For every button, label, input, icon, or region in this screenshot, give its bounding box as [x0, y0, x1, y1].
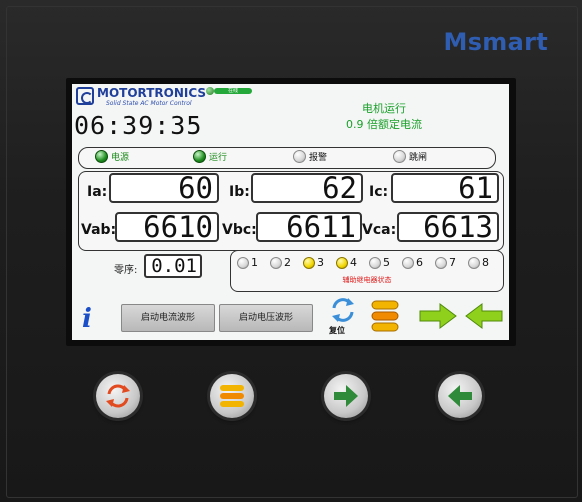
ic-label: Ic: — [369, 184, 389, 200]
reset-icon[interactable] — [330, 296, 356, 326]
logo-mark-icon — [76, 87, 94, 105]
vab-value: 6610 — [115, 212, 219, 242]
menu-stack-icon — [220, 385, 244, 407]
network-status-label: 在线 — [214, 88, 252, 94]
info-icon[interactable]: i — [82, 304, 92, 334]
vbc-value: 6611 — [256, 212, 362, 242]
ic-value: 61 — [391, 173, 499, 203]
relay-number: 7 — [449, 256, 456, 269]
power-led-icon — [95, 150, 108, 163]
relay-number: 6 — [416, 256, 423, 269]
relay-number: 5 — [383, 256, 390, 269]
vab-label: Vab: — [81, 222, 117, 238]
relay-led-icon — [270, 256, 282, 269]
hardware-reset-button[interactable] — [96, 374, 140, 418]
menu-stack-icon[interactable] — [370, 299, 400, 333]
indicator-label: 跳闸 — [409, 153, 428, 163]
relay-led-icon — [402, 256, 414, 269]
relay-led-icon — [468, 256, 480, 269]
motor-status: 电机运行 — [362, 102, 406, 115]
relay-8: 8 — [468, 256, 489, 269]
relay-1: 1 — [237, 256, 258, 269]
relay-led-icon — [303, 256, 315, 269]
hardware-back-button[interactable] — [438, 374, 482, 418]
relay-number: 2 — [284, 256, 291, 269]
vbc-label: Vbc: — [222, 222, 257, 238]
relay-2: 2 — [270, 256, 291, 269]
relay-3: 3 — [303, 256, 324, 269]
indicator-alarm: 报警 — [293, 150, 327, 163]
indicator-power: 电源 — [95, 150, 129, 163]
vca-label: Vca: — [362, 222, 397, 238]
logo-name: MOTORTRONICS — [97, 86, 207, 100]
arrow-left-icon[interactable] — [464, 302, 504, 330]
meter-panel: Ia: 60 Ib: 62 Ic: 61 Vab: 6610 Vbc: 6611… — [78, 171, 504, 251]
relay-status-panel: 1 2 3 4 5 6 7 8 辅助继电器状态 — [230, 250, 504, 292]
ib-label: Ib: — [229, 184, 250, 200]
arrow-right-icon — [334, 385, 358, 407]
ia-value: 60 — [109, 173, 219, 203]
clock-display: 06:39:35 — [74, 111, 203, 140]
hmi-screen: MOTORTRONICS Solid State AC Motor Contro… — [72, 84, 509, 340]
indicator-label: 报警 — [309, 153, 328, 163]
relay-number: 1 — [251, 256, 258, 269]
arrow-left-icon — [448, 385, 472, 407]
brand-logo: Msmart — [443, 28, 548, 56]
relay-6: 6 — [402, 256, 423, 269]
relay-number: 3 — [317, 256, 324, 269]
indicator-run: 运行 — [193, 150, 227, 163]
reset-label: 复位 — [329, 326, 345, 335]
alarm-led-icon — [293, 150, 306, 163]
voltage-waveform-button[interactable]: 启动电压波形 — [219, 304, 313, 332]
relay-led-icon — [237, 256, 249, 269]
relay-led-icon — [336, 256, 348, 269]
indicator-label: 电源 — [111, 153, 130, 163]
relay-4: 4 — [336, 256, 357, 269]
relay-led-icon — [369, 256, 381, 269]
hardware-next-button[interactable] — [324, 374, 368, 418]
current-waveform-button[interactable]: 启动电流波形 — [121, 304, 215, 332]
status-indicator-panel: 电源 运行 报警 跳闸 — [78, 147, 496, 169]
vca-value: 6613 — [397, 212, 499, 242]
zero-sequence-label: 零序: — [114, 265, 138, 276]
current-ratio-status: 0.9 倍额定电流 — [346, 118, 422, 131]
relay-caption: 辅助继电器状态 — [342, 276, 392, 284]
relay-number: 4 — [350, 256, 357, 269]
relay-number: 8 — [482, 256, 489, 269]
zero-sequence-value: 0.01 — [144, 254, 202, 278]
indicator-label: 运行 — [209, 153, 228, 163]
ib-value: 62 — [251, 173, 363, 203]
arrow-right-icon[interactable] — [418, 302, 458, 330]
hardware-menu-button[interactable] — [210, 374, 254, 418]
relay-5: 5 — [369, 256, 390, 269]
network-led-icon — [206, 87, 214, 95]
trip-led-icon — [393, 150, 406, 163]
ia-label: Ia: — [87, 184, 108, 200]
reset-icon — [106, 384, 130, 408]
run-led-icon — [193, 150, 206, 163]
relay-7: 7 — [435, 256, 456, 269]
relay-led-icon — [435, 256, 447, 269]
indicator-trip: 跳闸 — [393, 150, 427, 163]
logo-tagline: Solid State AC Motor Control — [106, 100, 192, 107]
